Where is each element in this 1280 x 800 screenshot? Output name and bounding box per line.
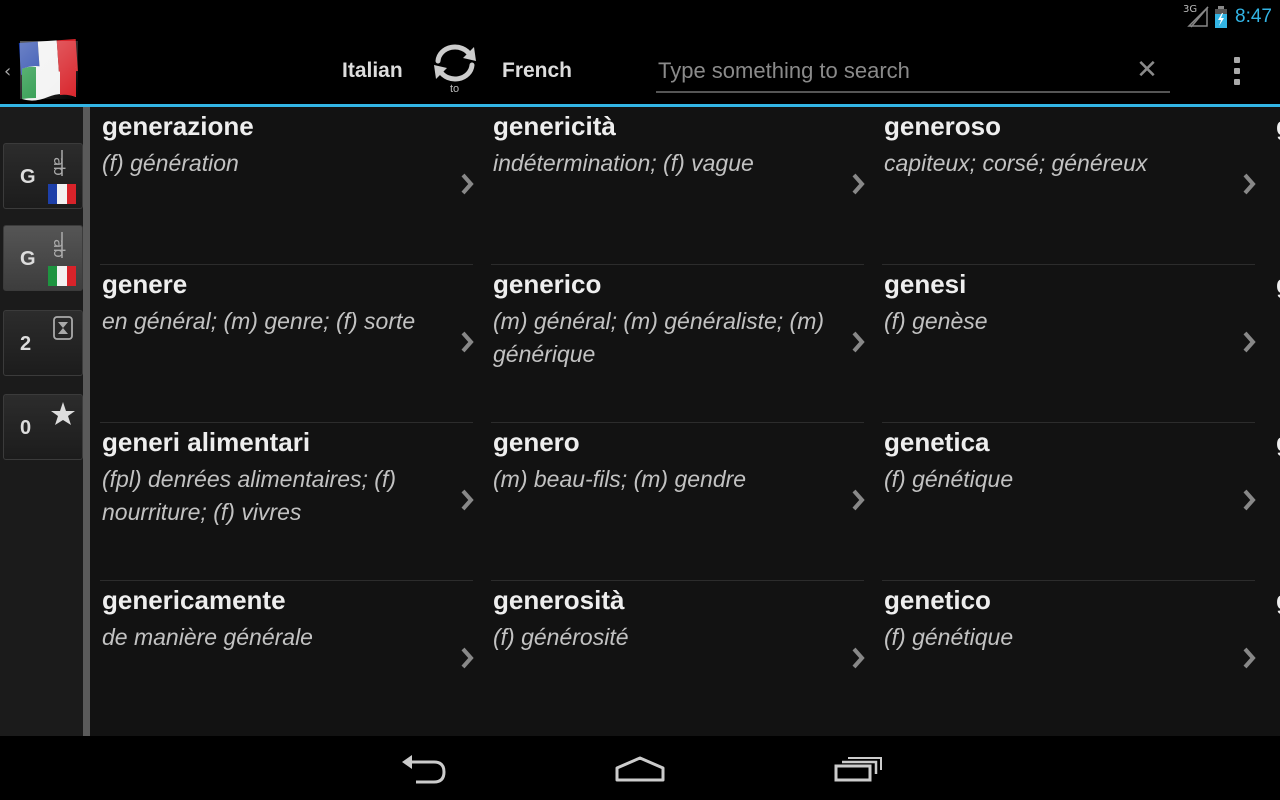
back-icon[interactable] bbox=[394, 750, 454, 786]
svg-text:ab: ab bbox=[50, 239, 68, 258]
list-item[interactable]: generoso capiteux; corsé; généreux bbox=[872, 107, 1263, 265]
entry-translation: (f) génétique bbox=[884, 624, 1014, 650]
entry-translation: (fpl) denrées alimentaires; (f) nourritu… bbox=[102, 466, 396, 525]
search-input[interactable] bbox=[658, 53, 1128, 89]
sidebar-button-label: 0 bbox=[20, 417, 32, 439]
sidebar-button-label: G bbox=[20, 248, 36, 270]
status-bar: 3G 8:47 bbox=[0, 0, 1280, 33]
chevron-right-icon bbox=[852, 647, 865, 669]
entry-word: genere bbox=[102, 269, 188, 299]
italian-dictionary-icon: ab bbox=[48, 232, 76, 286]
source-language[interactable]: Italian bbox=[342, 59, 403, 83]
entry-translation: indétermination; (f) vague bbox=[493, 150, 754, 176]
sidebar-button-history[interactable]: 2 bbox=[3, 310, 83, 376]
entry-word: genetica bbox=[884, 427, 990, 457]
svg-text:ab: ab bbox=[50, 157, 68, 176]
entry-translation: capiteux; corsé; généreux bbox=[884, 150, 1148, 176]
entry-word: genericità bbox=[493, 111, 616, 141]
list-item[interactable]: generazione (f) génération bbox=[90, 107, 481, 265]
chevron-right-icon bbox=[1243, 489, 1256, 511]
entry-word: genero bbox=[493, 427, 580, 457]
sidebar-button-french-dictionary[interactable]: G ab bbox=[3, 143, 83, 209]
entry-word: genericamente bbox=[102, 585, 286, 615]
entry-row: genere en général; (m) genre; (f) sorte … bbox=[90, 265, 1280, 423]
list-item[interactable]: generico (m) général; (m) généraliste; (… bbox=[481, 265, 872, 423]
search-box: ✕ bbox=[656, 51, 1170, 93]
entry-row: genericamente de manière générale genero… bbox=[90, 581, 1280, 736]
recent-apps-icon[interactable] bbox=[828, 750, 888, 786]
chevron-right-icon bbox=[461, 331, 474, 353]
chevron-right-icon bbox=[852, 489, 865, 511]
chevron-right-icon bbox=[852, 331, 865, 353]
target-language[interactable]: French bbox=[502, 59, 572, 83]
list-item[interactable]: genericità indétermination; (f) vague bbox=[481, 107, 872, 265]
status-icons: 3G 8:47 bbox=[1183, 4, 1272, 30]
cutoff-entry[interactable]: g bbox=[1276, 427, 1280, 458]
entry-word: genesi bbox=[884, 269, 967, 299]
list-item[interactable]: generi alimentari (fpl) denrées alimenta… bbox=[90, 423, 481, 581]
french-dictionary-icon: ab bbox=[48, 150, 76, 204]
overflow-menu-icon[interactable] bbox=[1226, 51, 1248, 91]
sidebar-divider bbox=[83, 107, 90, 736]
cutoff-entry[interactable]: g bbox=[1276, 585, 1280, 616]
sidebar-button-favorites[interactable]: 0 bbox=[3, 394, 83, 460]
chevron-right-icon bbox=[1243, 647, 1256, 669]
swap-label: to bbox=[450, 83, 460, 95]
sidebar-button-italian-dictionary[interactable]: G ab bbox=[3, 225, 83, 291]
entry-translation: (f) génération bbox=[102, 150, 239, 176]
cutoff-entry[interactable]: g bbox=[1276, 111, 1280, 142]
entry-word: genetico bbox=[884, 585, 991, 615]
app-logo[interactable] bbox=[16, 39, 80, 101]
entry-word: generazione bbox=[102, 111, 254, 141]
up-caret-icon[interactable]: ‹ bbox=[4, 61, 11, 82]
action-bar: ‹ Italian to French Type something to se… bbox=[0, 33, 1280, 106]
entry-row: generi alimentari (fpl) denrées alimenta… bbox=[90, 423, 1280, 581]
entry-word: generosità bbox=[493, 585, 625, 615]
cutoff-entry[interactable]: g bbox=[1276, 269, 1280, 300]
sidebar-button-label: G bbox=[20, 166, 36, 188]
list-item[interactable]: genesi (f) genèse bbox=[872, 265, 1263, 423]
close-icon[interactable]: ✕ bbox=[1134, 57, 1160, 83]
swap-icon bbox=[434, 44, 476, 82]
list-item[interactable]: genetica (f) génétique bbox=[872, 423, 1263, 581]
chevron-right-icon bbox=[852, 173, 865, 195]
chevron-right-icon bbox=[1243, 331, 1256, 353]
entry-translation: (f) génétique bbox=[884, 466, 1014, 492]
navigation-bar bbox=[0, 736, 1280, 800]
list-item[interactable]: genere en général; (m) genre; (f) sorte bbox=[90, 265, 481, 423]
list-item[interactable]: genero (m) beau-fils; (m) gendre bbox=[481, 423, 872, 581]
sidebar-button-label: 2 bbox=[20, 333, 32, 355]
entry-translation: de manière générale bbox=[102, 624, 313, 650]
entry-translation: en général; (m) genre; (f) sorte bbox=[102, 308, 416, 334]
list-item[interactable]: generosità (f) générosité bbox=[481, 581, 872, 736]
entry-translation: (f) générosité bbox=[493, 624, 629, 650]
battery-icon bbox=[1215, 6, 1228, 28]
entry-word: generi alimentari bbox=[102, 427, 311, 457]
history-icon bbox=[53, 316, 73, 340]
entry-translation: (m) beau-fils; (m) gendre bbox=[493, 466, 747, 492]
entry-word: generoso bbox=[884, 111, 1002, 141]
chevron-right-icon bbox=[461, 173, 474, 195]
entry-row: generazione (f) génération genericità in… bbox=[90, 107, 1280, 265]
chevron-right-icon bbox=[1243, 173, 1256, 195]
home-icon[interactable] bbox=[610, 750, 670, 786]
signal-icon: 3G bbox=[1183, 4, 1209, 28]
chevron-right-icon bbox=[461, 489, 474, 511]
sidebar: G ab G ab 2 0 bbox=[0, 107, 90, 736]
entry-translation: (m) général; (m) généraliste; (m) généri… bbox=[493, 308, 825, 367]
clock: 8:47 bbox=[1235, 6, 1272, 27]
word-grid: generazione (f) génération genericità in… bbox=[90, 107, 1280, 736]
entry-translation: (f) genèse bbox=[884, 308, 988, 334]
chevron-right-icon bbox=[461, 647, 474, 669]
list-item[interactable]: genericamente de manière générale bbox=[90, 581, 481, 736]
list-item[interactable]: genetico (f) génétique bbox=[872, 581, 1263, 736]
star-icon bbox=[51, 402, 75, 425]
entry-word: generico bbox=[493, 269, 602, 299]
